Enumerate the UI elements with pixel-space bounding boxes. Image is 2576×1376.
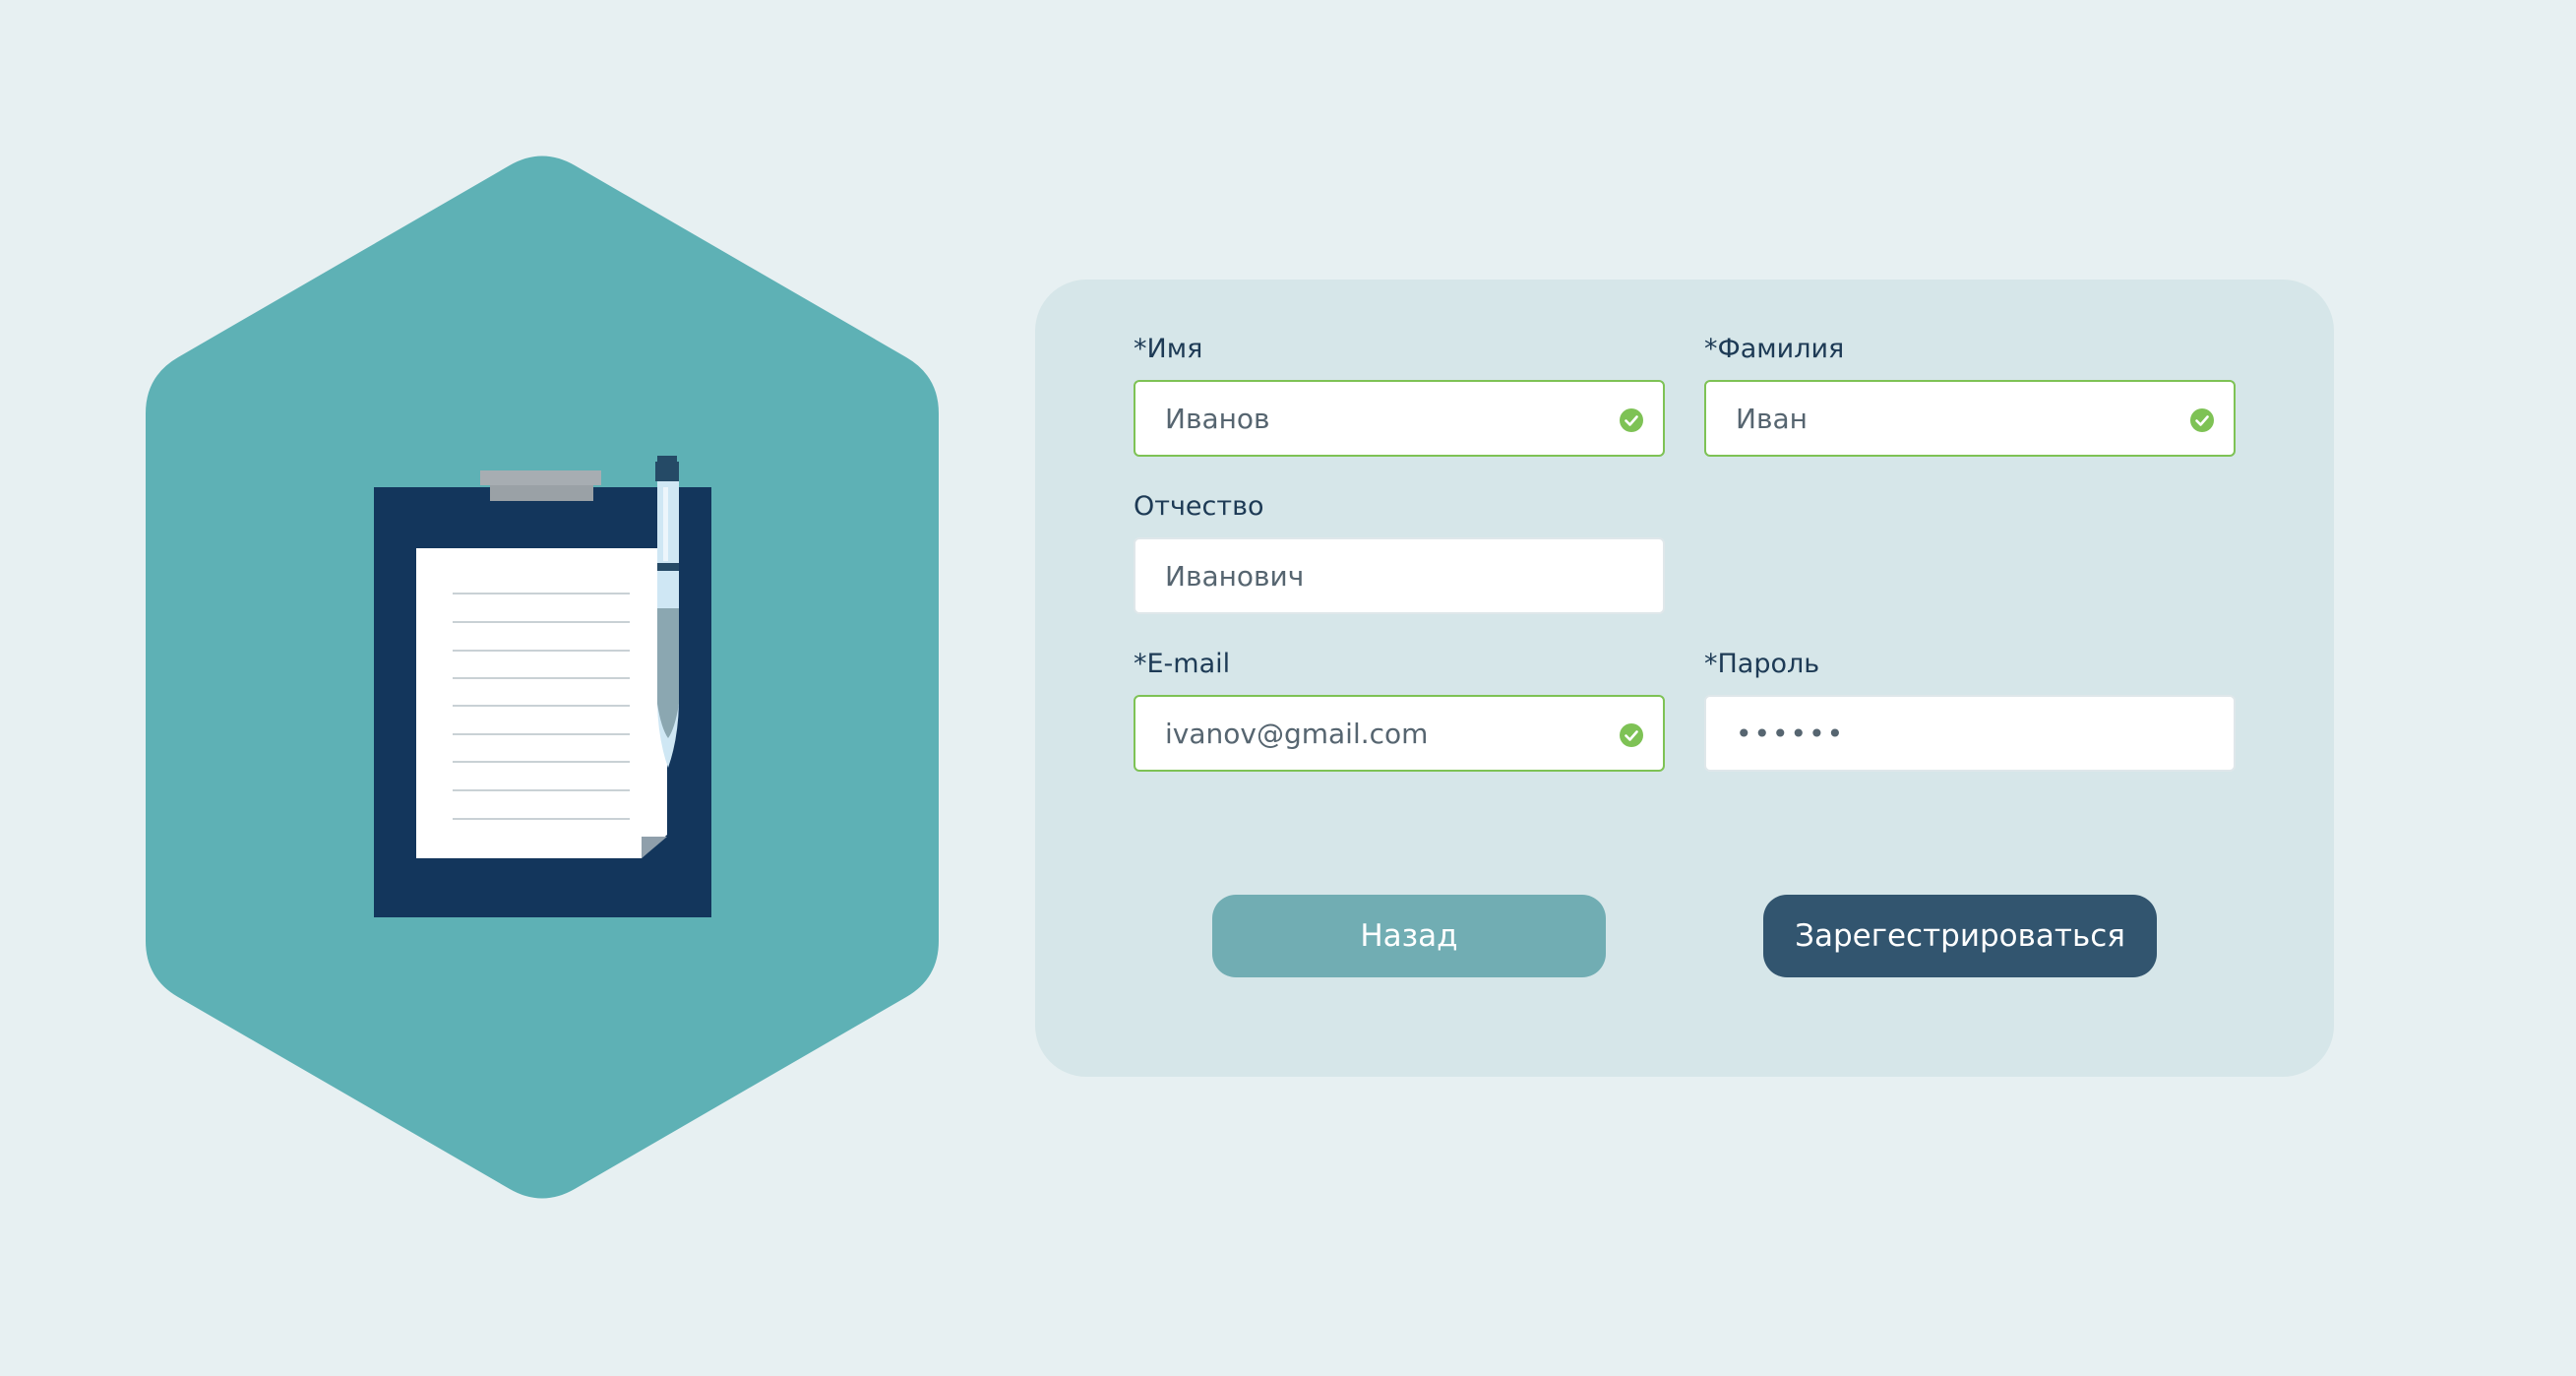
registration-form: *Имя *Фамилия Отчество *E-mail <box>1035 280 2334 1077</box>
patronymic-input[interactable] <box>1135 539 1663 612</box>
check-circle-icon <box>2190 408 2214 432</box>
email-label: *E-mail <box>1134 649 1231 679</box>
check-circle-icon <box>1620 408 1643 432</box>
clipboard-with-pen-icon <box>374 456 711 917</box>
password-input-box <box>1704 695 2236 772</box>
patronymic-input-box <box>1134 537 1665 614</box>
first-name-field: *Имя <box>1134 333 1665 457</box>
password-field: *Пароль <box>1704 648 2236 772</box>
email-input-box <box>1134 695 1665 772</box>
check-circle-icon <box>1620 723 1643 747</box>
first-name-label: *Имя <box>1134 334 1203 364</box>
password-input[interactable] <box>1706 697 2234 770</box>
last-name-input[interactable] <box>1706 382 2234 455</box>
password-label: *Пароль <box>1704 649 1820 679</box>
first-name-input[interactable] <box>1135 382 1663 455</box>
register-button[interactable]: Зарегестрироваться <box>1763 895 2157 977</box>
last-name-input-box <box>1704 380 2236 457</box>
email-input[interactable] <box>1135 697 1663 770</box>
first-name-input-box <box>1134 380 1665 457</box>
last-name-label: *Фамилия <box>1704 334 1845 364</box>
last-name-field: *Фамилия <box>1704 333 2236 457</box>
email-field: *E-mail <box>1134 648 1665 772</box>
patronymic-field: Отчество <box>1134 490 1665 614</box>
patronymic-label: Отчество <box>1134 491 1264 522</box>
back-button[interactable]: Назад <box>1212 895 1606 977</box>
